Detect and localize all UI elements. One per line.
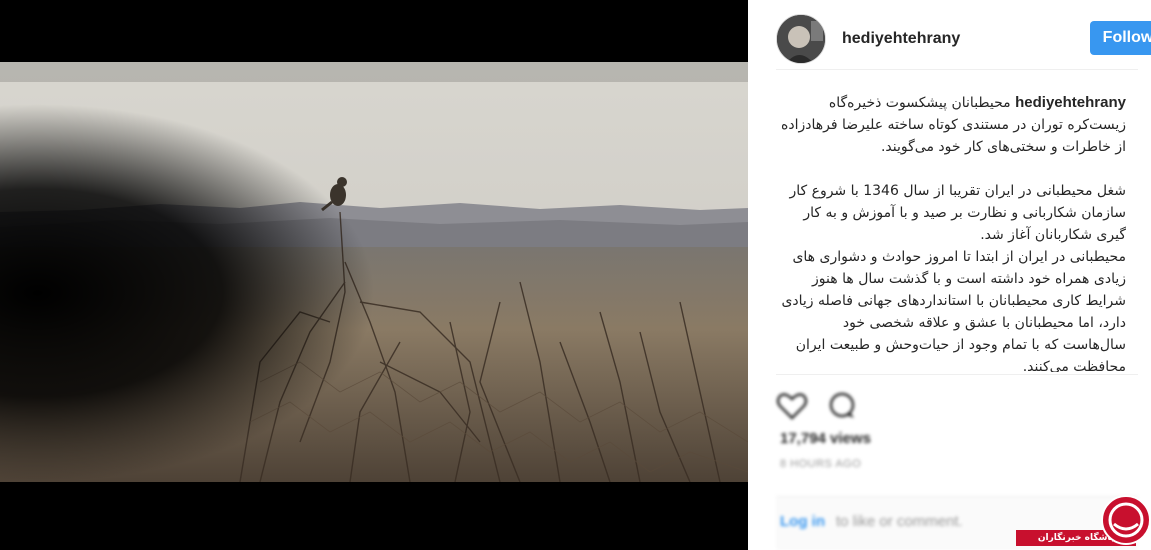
watermark-logo: باشگاه خبرنگاران (1016, 494, 1151, 550)
avatar-image (777, 15, 825, 63)
follow-button[interactable]: Follow (1090, 21, 1151, 55)
post-username[interactable]: hediyehtehrany (842, 30, 960, 48)
comment-icon[interactable] (826, 390, 858, 422)
caption-divider (776, 374, 1138, 375)
watermark-emblem-icon (1101, 495, 1151, 545)
caption-paragraph-3: محیطبانی در ایران از ابتدا تا امروز حواد… (781, 249, 1126, 372)
heart-icon[interactable] (776, 390, 808, 422)
login-prompt-text: to like or comment. (836, 513, 963, 530)
caption-paragraph-2: شغل محیطبانی در ایران تقریبا از سال 1346… (789, 183, 1126, 243)
post-header: hediyehtehrany Follow (776, 14, 1151, 70)
post-panel: hediyehtehrany Follow hediyehtehrany محی… (748, 0, 1151, 550)
login-link[interactable]: Log in (780, 513, 825, 530)
caption-username[interactable]: hediyehtehrany (1015, 94, 1126, 111)
video-frame-image (0, 62, 748, 482)
media-area (0, 0, 748, 550)
instagram-post-view: hediyehtehrany Follow hediyehtehrany محی… (0, 0, 1151, 550)
caption-paragraph-1: hediyehtehrany محیطبانان پیشکسوت ذخیره‌گ… (776, 92, 1126, 158)
post-caption: hediyehtehrany محیطبانان پیشکسوت ذخیره‌گ… (776, 92, 1126, 372)
avatar[interactable] (776, 14, 826, 64)
post-timestamp: 8 HOURS AGO (780, 458, 862, 470)
view-count: 17,794 views (780, 430, 871, 447)
video-player[interactable] (0, 62, 748, 482)
